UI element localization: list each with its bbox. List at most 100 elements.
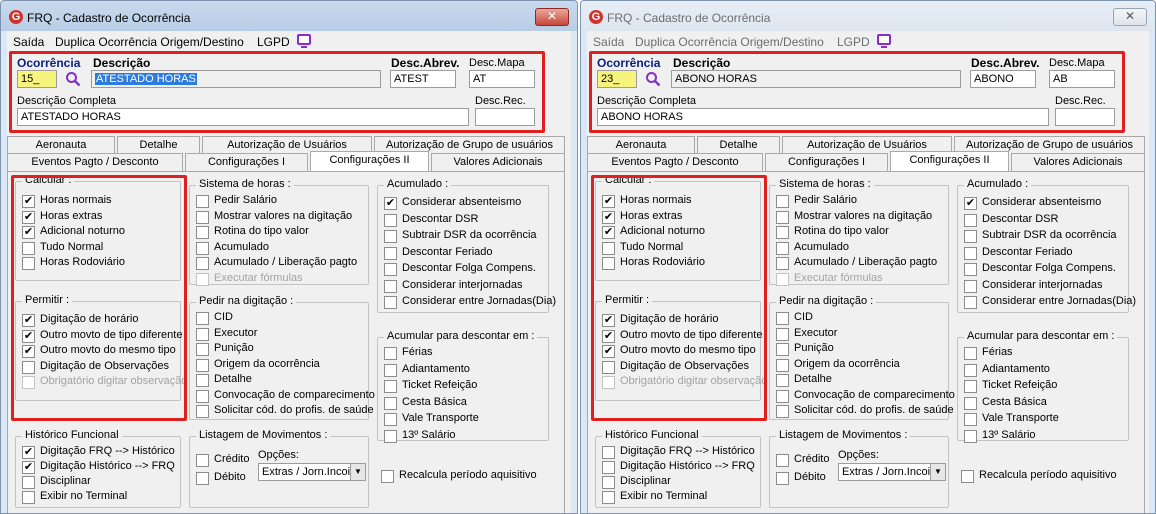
- historico-1-checkbox[interactable]: [602, 446, 615, 459]
- pedir-6-row[interactable]: Convocação de comparecimento: [776, 389, 976, 403]
- sistema-3-row[interactable]: Rotina do tipo valor: [196, 225, 396, 239]
- acumulado-7-checkbox[interactable]: [384, 296, 397, 309]
- acumulado-5-row[interactable]: Descontar Folga Compens.: [384, 262, 577, 276]
- pedir-3-checkbox[interactable]: [776, 343, 789, 356]
- acumular-2-checkbox[interactable]: [384, 363, 397, 377]
- opcoes-select[interactable]: Extras / Jorn.Incoi ▼: [838, 463, 946, 481]
- pedir-7-row[interactable]: Solicitar cód. do profis. de saúde: [196, 404, 396, 418]
- acumular-2-checkbox[interactable]: [964, 363, 977, 377]
- sistema-4-row[interactable]: Acumulado: [776, 241, 976, 255]
- menu-saida[interactable]: Saída: [593, 35, 624, 49]
- menu-saida[interactable]: Saída: [13, 35, 44, 49]
- acumulado-2-row[interactable]: Descontar DSR: [384, 213, 577, 227]
- acumulado-7-row[interactable]: Considerar entre Jornadas(Dia): [384, 295, 577, 309]
- sistema-5-checkbox[interactable]: [776, 257, 789, 270]
- pedir-7-checkbox[interactable]: [776, 405, 789, 418]
- debito-row[interactable]: Débito: [196, 471, 256, 485]
- pedir-6-checkbox[interactable]: [776, 389, 789, 403]
- credito-checkbox[interactable]: [776, 454, 789, 467]
- pedir-6-row[interactable]: Convocação de comparecimento: [196, 389, 396, 403]
- acumulado-7-row[interactable]: Considerar entre Jornadas(Dia): [964, 295, 1155, 309]
- acumular-1-row[interactable]: Férias: [964, 346, 1155, 360]
- tab-row2-3[interactable]: Configurações II: [310, 151, 429, 171]
- acumulado-5-checkbox[interactable]: [964, 263, 977, 276]
- pedir-4-checkbox[interactable]: [776, 358, 789, 372]
- pedir-5-row[interactable]: Detalhe: [196, 373, 396, 387]
- pedir-2-row[interactable]: Executor: [776, 327, 976, 341]
- tab-row2-1[interactable]: Eventos Pagto / Desconto: [7, 153, 183, 171]
- acumular-5-checkbox[interactable]: [964, 413, 977, 426]
- sistema-6-row[interactable]: Executar fórmulas: [776, 272, 976, 286]
- chevron-down-icon[interactable]: ▼: [930, 464, 945, 480]
- tab-row1-1[interactable]: Aeronauta: [587, 136, 695, 154]
- chevron-down-icon[interactable]: ▼: [350, 464, 365, 480]
- recalcula-row[interactable]: Recalcula período aquisitivo: [961, 469, 1141, 483]
- pedir-1-checkbox[interactable]: [776, 312, 789, 325]
- acumular-3-row[interactable]: Ticket Refeição: [964, 379, 1155, 393]
- pedir-7-row[interactable]: Solicitar cód. do profis. de saúde: [776, 404, 976, 418]
- acumular-6-row[interactable]: 13º Salário: [384, 429, 577, 443]
- acumulado-7-checkbox[interactable]: [964, 296, 977, 309]
- debito-checkbox[interactable]: [776, 472, 789, 485]
- tab-row1-2[interactable]: Detalhe: [697, 136, 780, 154]
- sistema-1-checkbox[interactable]: [776, 195, 789, 208]
- acumulado-5-checkbox[interactable]: [384, 263, 397, 276]
- sistema-3-checkbox[interactable]: [776, 226, 789, 239]
- sistema-2-row[interactable]: Mostrar valores na digitação: [776, 210, 976, 224]
- acumular-4-row[interactable]: Cesta Básica: [384, 396, 577, 410]
- historico-3-checkbox[interactable]: [22, 476, 35, 489]
- sistema-4-row[interactable]: Acumulado: [196, 241, 396, 255]
- recalcula-row[interactable]: Recalcula período aquisitivo: [381, 469, 561, 483]
- acumular-4-checkbox[interactable]: [964, 396, 977, 410]
- sistema-2-checkbox[interactable]: [196, 210, 209, 224]
- acumulado-2-checkbox[interactable]: [964, 213, 977, 227]
- debito-checkbox[interactable]: [196, 472, 209, 485]
- tab-row1-2[interactable]: Detalhe: [117, 136, 200, 154]
- acumular-6-checkbox[interactable]: [964, 429, 977, 443]
- acumulado-1-checkbox[interactable]: ✔: [384, 197, 397, 210]
- sistema-5-checkbox[interactable]: [196, 257, 209, 270]
- pedir-7-checkbox[interactable]: [196, 405, 209, 418]
- historico-2-checkbox[interactable]: [602, 461, 615, 474]
- close-button[interactable]: ✕: [1113, 8, 1147, 26]
- pedir-5-checkbox[interactable]: [196, 374, 209, 387]
- sistema-4-checkbox[interactable]: [196, 241, 209, 255]
- pedir-4-checkbox[interactable]: [196, 358, 209, 372]
- acumulado-6-row[interactable]: Considerar interjornadas: [964, 279, 1155, 293]
- menu-duplica[interactable]: Duplica Ocorrência Origem/Destino: [55, 35, 244, 49]
- historico-2-checkbox[interactable]: ✔: [22, 461, 35, 474]
- acumular-2-row[interactable]: Adiantamento: [384, 363, 577, 377]
- historico-4-checkbox[interactable]: [22, 491, 35, 504]
- recalcula-checkbox[interactable]: [381, 470, 394, 483]
- acumulado-1-row[interactable]: ✔ Considerar absenteismo: [964, 196, 1155, 210]
- acumular-5-row[interactable]: Vale Transporte: [384, 412, 577, 426]
- tab-row2-3[interactable]: Configurações II: [890, 151, 1009, 171]
- pedir-5-checkbox[interactable]: [776, 374, 789, 387]
- acumulado-5-row[interactable]: Descontar Folga Compens.: [964, 262, 1155, 276]
- credito-row[interactable]: Crédito: [776, 453, 836, 467]
- recalcula-checkbox[interactable]: [961, 470, 974, 483]
- acumulado-2-row[interactable]: Descontar DSR: [964, 213, 1155, 227]
- close-button[interactable]: ✕: [535, 8, 569, 26]
- acumular-1-checkbox[interactable]: [964, 347, 977, 360]
- acumular-4-row[interactable]: Cesta Básica: [964, 396, 1155, 410]
- historico-3-checkbox[interactable]: [602, 476, 615, 489]
- acumulado-3-checkbox[interactable]: [384, 230, 397, 243]
- acumular-1-checkbox[interactable]: [384, 347, 397, 360]
- sistema-2-checkbox[interactable]: [776, 210, 789, 224]
- acumulado-2-checkbox[interactable]: [384, 213, 397, 227]
- sistema-2-row[interactable]: Mostrar valores na digitação: [196, 210, 396, 224]
- opcoes-select[interactable]: Extras / Jorn.Incoi ▼: [258, 463, 366, 481]
- historico-1-checkbox[interactable]: ✔: [22, 446, 35, 459]
- acumulado-3-checkbox[interactable]: [964, 230, 977, 243]
- tab-row2-4[interactable]: Valores Adicionais: [1011, 153, 1145, 171]
- acumulado-4-row[interactable]: Descontar Feriado: [964, 246, 1155, 260]
- acumulado-6-row[interactable]: Considerar interjornadas: [384, 279, 577, 293]
- sistema-6-checkbox[interactable]: [776, 272, 789, 286]
- acumular-4-checkbox[interactable]: [384, 396, 397, 410]
- pedir-3-row[interactable]: Punição: [776, 342, 976, 356]
- acumulado-4-row[interactable]: Descontar Feriado: [384, 246, 577, 260]
- monitor-icon[interactable]: [297, 34, 311, 48]
- tab-row1-1[interactable]: Aeronauta: [7, 136, 115, 154]
- historico-4-checkbox[interactable]: [602, 491, 615, 504]
